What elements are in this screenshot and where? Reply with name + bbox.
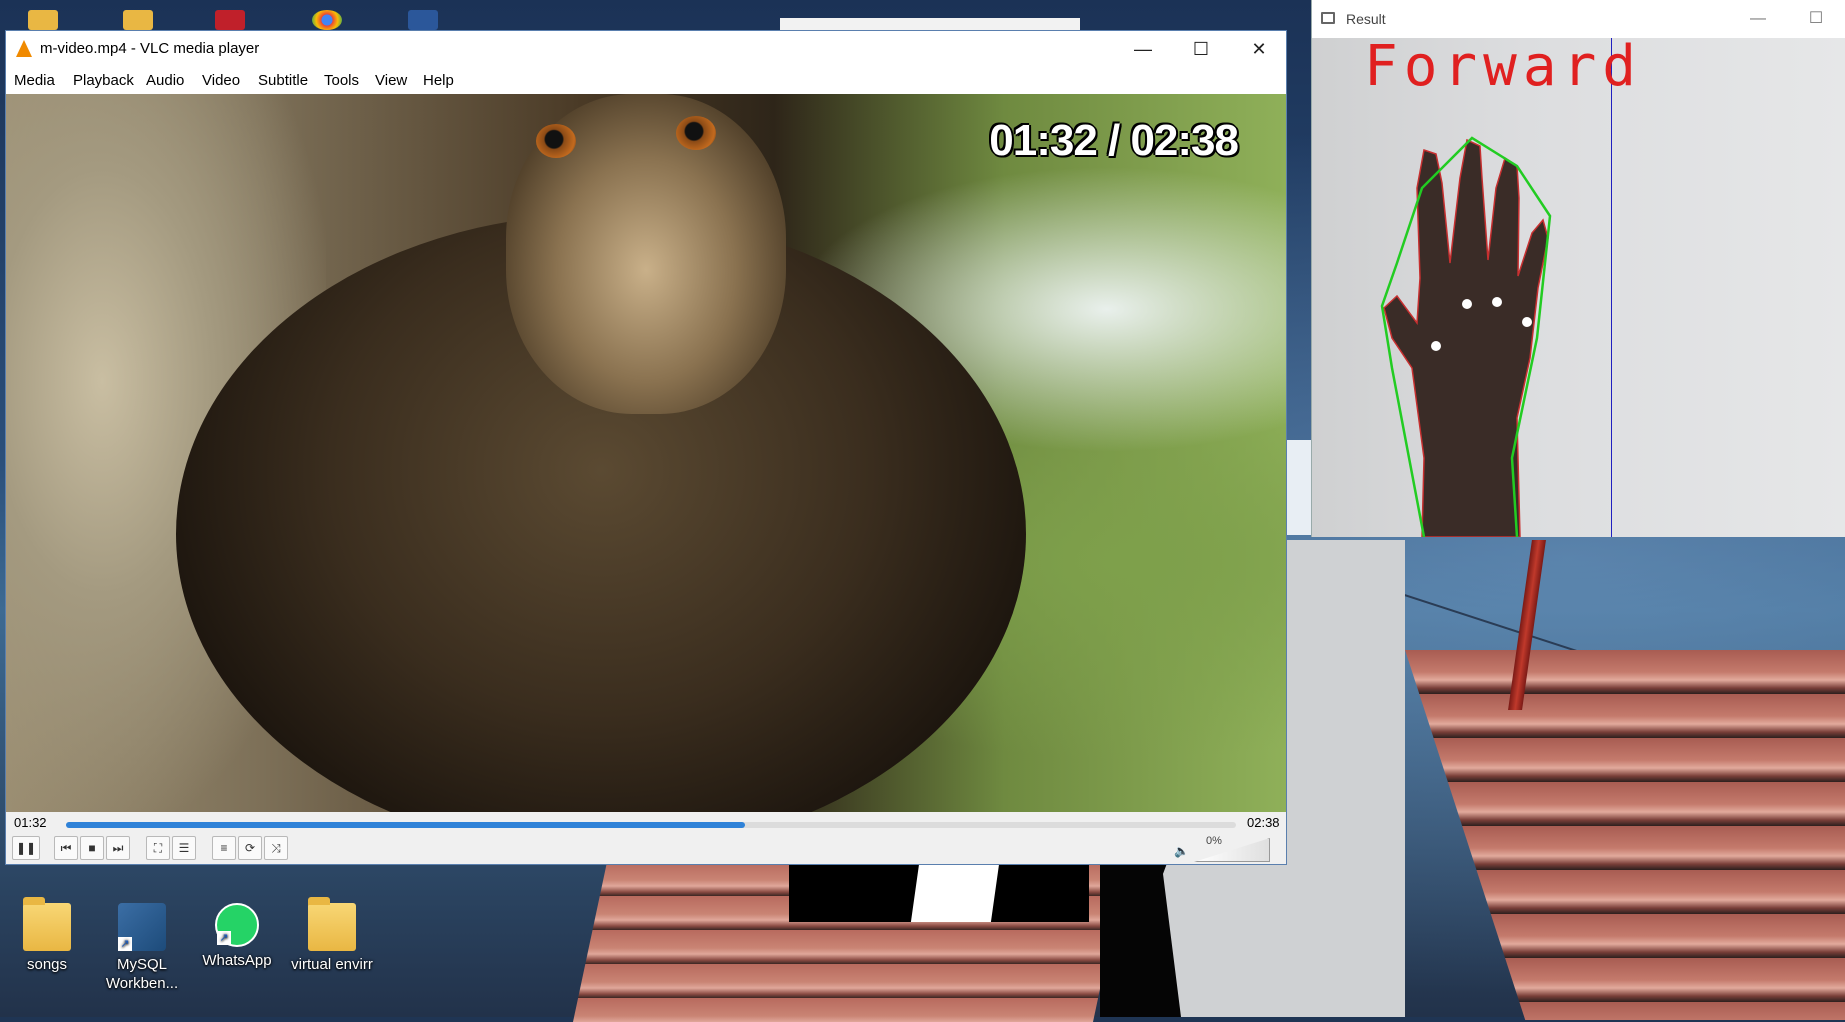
menu-help[interactable]: Help — [423, 72, 454, 89]
seek-bar[interactable] — [66, 822, 1236, 828]
extended-settings-button[interactable]: ☰ — [172, 836, 196, 860]
chrome-icon[interactable] — [312, 10, 342, 30]
menu-view[interactable]: View — [375, 72, 407, 89]
defect-point — [1431, 341, 1441, 351]
desktop-icon-label: songs — [26, 956, 68, 973]
video-canvas[interactable]: 01:32 / 02:38 — [6, 94, 1286, 812]
control-bar: 01:32 02:38 ❚❚ ⏮ ■ ⏭ ⛶ ☰ ≡ ⟳ ⤨ 🔈 0% — [6, 812, 1286, 864]
maximize-button[interactable]: ☐ — [1172, 31, 1230, 67]
desktop-icon-label: virtual envirr — [291, 956, 373, 973]
window-title: Result — [1346, 11, 1386, 27]
word-icon[interactable] — [408, 10, 438, 30]
speaker-icon[interactable]: 🔈 — [1174, 844, 1189, 858]
camera-feed: Forward — [1312, 34, 1845, 537]
stop-button[interactable]: ■ — [80, 836, 104, 860]
folder-icon[interactable] — [123, 10, 153, 30]
osd-time-display: 01:32 / 02:38 — [989, 116, 1239, 165]
result-window: Result — ☐ Forward — [1311, 0, 1845, 537]
folder-icon[interactable] — [28, 10, 58, 30]
playlist-button[interactable]: ≡ — [212, 836, 236, 860]
gesture-label: Forward — [1364, 34, 1643, 99]
window-title: m-video.mp4 - VLC media player — [40, 40, 260, 57]
whatsapp-icon: ↗ — [215, 903, 259, 947]
close-button[interactable]: ✕ — [1230, 31, 1288, 67]
maximize-button[interactable]: ☐ — [1787, 0, 1845, 38]
defect-point — [1492, 297, 1502, 307]
minimize-button[interactable]: — — [1729, 0, 1787, 38]
window-app-icon — [1321, 12, 1335, 24]
hand-detection-overlay — [1380, 136, 1552, 537]
previous-button[interactable]: ⏮ — [54, 836, 78, 860]
mysql-workbench-icon: ↗ — [118, 903, 166, 951]
seek-bar-fill — [66, 822, 745, 828]
app-shortcut-icon[interactable] — [215, 10, 245, 30]
menu-bar: Media Playback Audio Video Subtitle Tool… — [6, 67, 1286, 93]
background-window-edge — [780, 18, 1080, 30]
folder-icon — [308, 897, 356, 951]
hand-silhouette — [1383, 138, 1549, 537]
defect-point — [1522, 317, 1532, 327]
marmoset-eye — [536, 124, 576, 158]
result-title-bar[interactable]: Result — ☐ — [1312, 0, 1845, 38]
marmoset-eye — [676, 116, 716, 150]
vlc-cone-icon — [16, 40, 32, 57]
defect-point — [1462, 299, 1472, 309]
next-button[interactable]: ⏭ — [106, 836, 130, 860]
menu-media[interactable]: Media — [14, 72, 55, 89]
background-window-edge — [1287, 440, 1312, 535]
threshold-strip-white — [910, 864, 1000, 922]
desktop-icon-label: MySQL Workben... — [105, 956, 179, 992]
elapsed-time: 01:32 — [14, 815, 47, 830]
pause-button[interactable]: ❚❚ — [12, 836, 40, 860]
shortcut-arrow-icon: ↗ — [118, 937, 132, 951]
menu-playback[interactable]: Playback — [73, 72, 134, 89]
shortcut-arrow-icon: ↗ — [217, 931, 231, 945]
desktop-icon-virtual-env[interactable]: virtual envirr — [288, 897, 376, 974]
menu-video[interactable]: Video — [202, 72, 240, 89]
folder-icon — [23, 897, 71, 951]
region-of-interest: Forward — [1312, 34, 1636, 537]
volume-percent: 0% — [1206, 835, 1222, 847]
menu-subtitle[interactable]: Subtitle — [258, 72, 308, 89]
vlc-title-bar[interactable]: m-video.mp4 - VLC media player — ☐ ✕ — [6, 31, 1286, 67]
menu-audio[interactable]: Audio — [146, 72, 184, 89]
minimize-button[interactable]: — — [1114, 31, 1172, 67]
desktop-icon-songs[interactable]: songs — [3, 897, 91, 974]
video-frame-marmoset-face — [506, 94, 786, 414]
total-time[interactable]: 02:38 — [1247, 815, 1280, 830]
desktop-icon-mysql[interactable]: ↗ MySQL Workben... — [98, 903, 186, 993]
desktop-icon-label: WhatsApp — [202, 952, 272, 969]
menu-tools[interactable]: Tools — [324, 72, 359, 89]
desktop-icon-whatsapp[interactable]: ↗ WhatsApp — [193, 903, 281, 970]
shuffle-button[interactable]: ⤨ — [264, 836, 288, 860]
fullscreen-button[interactable]: ⛶ — [146, 836, 170, 860]
vlc-window: m-video.mp4 - VLC media player — ☐ ✕ Med… — [5, 30, 1287, 865]
loop-button[interactable]: ⟳ — [238, 836, 262, 860]
